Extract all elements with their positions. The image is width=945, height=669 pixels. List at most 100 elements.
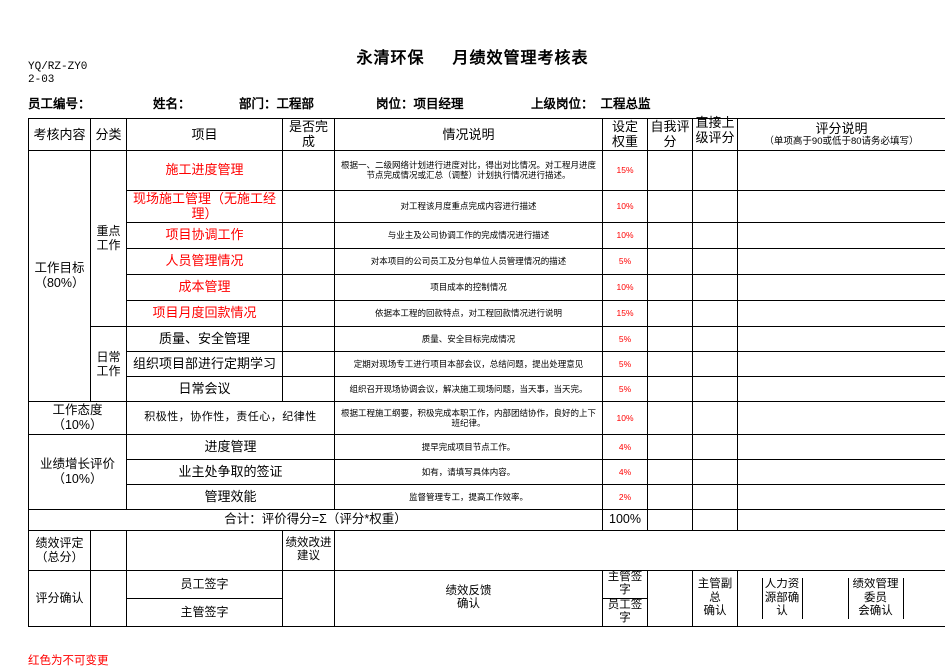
row-remark[interactable] (737, 400, 945, 435)
table-header-row: 考核内容 分类 项目 是否完成 情况说明 设定 权重 自我评分 直接上级评分 评分… (28, 115, 945, 151)
row-weight: 10% (602, 221, 648, 249)
performance-evaluation-blank[interactable] (126, 529, 283, 571)
row-self-score[interactable] (647, 375, 693, 402)
row-supervisor-score[interactable] (692, 149, 738, 191)
table-row: 工作态度 （10%） 积极性，协作性，责任心，纪律性 根据工程施工纲要，积极完成本… (28, 400, 945, 435)
row-self-score[interactable] (647, 325, 693, 352)
row-completed[interactable] (282, 350, 335, 377)
row-supervisor-score[interactable] (692, 483, 738, 510)
row-remark[interactable] (737, 189, 945, 223)
appraisal-table: 考核内容 分类 项目 是否完成 情况说明 设定 权重 自我评分 直接上级评分 评分… (28, 115, 945, 627)
row-completed[interactable] (282, 375, 335, 402)
row-project: 成本管理 (126, 273, 283, 301)
employee-info-row: 员工编号： 姓名： 部门：工程部 岗位：项目经理 上级岗位： 工程总监 (28, 93, 945, 113)
label-employee-signature-2: 员工签字 (602, 597, 648, 627)
row-remark[interactable] (737, 375, 945, 402)
performance-evaluation-value[interactable] (90, 529, 127, 571)
label-improve-suggestion: 绩效改进 建议 (282, 529, 335, 571)
confirm-row-top: 评分确认 员工签字 绩效反馈 确认 主管签字 主管副总 确认 人力资 源部确 认… (28, 569, 945, 627)
row-completed[interactable] (282, 325, 335, 352)
row-supervisor-score[interactable] (692, 458, 738, 485)
row-weight: 5% (602, 375, 648, 402)
row-self-score[interactable] (647, 400, 693, 435)
row-completed[interactable] (282, 189, 335, 223)
row-self-score[interactable] (647, 458, 693, 485)
row-remark[interactable] (737, 221, 945, 249)
row-project: 日常会议 (126, 375, 283, 402)
table-row: 日常 工作 质量、安全管理 质量、安全目标完成情况 5% (29, 325, 945, 402)
total-supervisor-score[interactable] (692, 508, 738, 531)
row-completed[interactable] (282, 247, 335, 275)
row-weight: 5% (602, 325, 648, 352)
row-supervisor-score[interactable] (692, 400, 738, 435)
row-remark[interactable] (737, 273, 945, 301)
table-row: 业绩增长评价 （10%） 进度管理 提早完成项目节点工作。 4% (28, 433, 945, 510)
row-self-score[interactable] (647, 221, 693, 249)
row-remark[interactable] (737, 325, 945, 352)
row-description: 监督管理专工，提高工作效率。 (334, 483, 603, 510)
label-score-confirm: 评分确认 (28, 569, 91, 627)
row-supervisor-score[interactable] (692, 375, 738, 402)
row-supervisor-score[interactable] (692, 299, 738, 327)
row-self-score[interactable] (647, 189, 693, 223)
row-description: 项目成本的控制情况 (334, 273, 603, 301)
row-description: 对工程该月度重点完成内容进行描述 (334, 189, 603, 223)
row-remark[interactable] (737, 350, 945, 377)
row-remark[interactable] (737, 149, 945, 191)
row-remark[interactable] (737, 299, 945, 327)
table-row: 业主处争取的签证 如有，请填写具体内容。 4% (29, 458, 945, 485)
row-weight: 2% (602, 483, 648, 510)
committee-confirm-value[interactable] (903, 578, 945, 619)
row-self-score[interactable] (647, 433, 693, 460)
total-self-score[interactable] (647, 508, 693, 531)
row-supervisor-score[interactable] (692, 325, 738, 352)
total-remark[interactable] (737, 508, 945, 531)
row-remark[interactable] (737, 247, 945, 275)
employee-signature-value[interactable] (282, 569, 335, 627)
row-remark[interactable] (737, 458, 945, 485)
field-name: 姓名： (153, 97, 191, 111)
table-row: 组织项目部进行定期学习 定期对现场专工进行项目本部会议，总结问题，提出处理意见 … (29, 350, 945, 377)
row-description: 根据一、二级网络计划进行进度对比，得出对比情况。对工程月进度节点完成情况或汇总（… (334, 149, 603, 191)
row-description: 依据本工程的回款特点，对工程回款情况进行说明 (334, 299, 603, 327)
improve-suggestion-value[interactable] (334, 529, 945, 571)
row-self-score[interactable] (647, 273, 693, 301)
row-completed[interactable] (282, 221, 335, 249)
row-project: 项目月度回款情况 (126, 299, 283, 327)
total-label: 合计：评价得分=Σ（评分*权重） (28, 508, 603, 531)
row-completed[interactable] (282, 149, 335, 191)
hr-confirm-value[interactable] (802, 577, 849, 619)
row-weight: 10% (602, 189, 648, 223)
row-weight: 15% (602, 299, 648, 327)
row-self-score[interactable] (647, 350, 693, 377)
col-header-description: 情况说明 (334, 118, 603, 151)
supervisor-signature-value[interactable] (647, 569, 693, 627)
row-self-score[interactable] (647, 483, 693, 510)
row-description: 与业主及公司协调工作的完成情况进行描述 (334, 221, 603, 249)
vp-confirm-value[interactable] (738, 577, 763, 619)
row-self-score[interactable] (647, 149, 693, 191)
row-supervisor-score[interactable] (692, 221, 738, 249)
row-supervisor-score[interactable] (692, 273, 738, 301)
row-completed[interactable] (282, 299, 335, 327)
row-description: 根据工程施工纲要，积极完成本职工作，内部团结协作，良好的上下班纪律。 (334, 400, 603, 435)
row-supervisor-score[interactable] (692, 189, 738, 223)
row-project: 组织项目部进行定期学习 (126, 350, 283, 377)
row-remark[interactable] (737, 483, 945, 510)
row-self-score[interactable] (647, 299, 693, 327)
row-remark[interactable] (737, 433, 945, 460)
field-employee-id: 员工编号： (28, 97, 91, 111)
score-confirm-value[interactable] (90, 569, 127, 627)
label-performance-feedback: 绩效反馈 确认 (334, 569, 603, 627)
row-supervisor-score[interactable] (692, 247, 738, 275)
row-supervisor-score[interactable] (692, 433, 738, 460)
row-description: 质量、安全目标完成情况 (334, 325, 603, 352)
field-superior-position: 上级岗位： 工程总监 (531, 97, 651, 111)
row-completed[interactable] (282, 273, 335, 301)
row-supervisor-score[interactable] (692, 350, 738, 377)
label-supervisor-signature: 主管签字 (602, 569, 648, 599)
row-weight: 4% (602, 458, 648, 485)
section-work-attitude: 工作态度 （10%） (28, 400, 127, 435)
table-row: 工作目标 （80%） 重点 工作 施工进度管理 根据一、二级网络计划进行进度对比，得… (28, 149, 945, 402)
row-self-score[interactable] (647, 247, 693, 275)
